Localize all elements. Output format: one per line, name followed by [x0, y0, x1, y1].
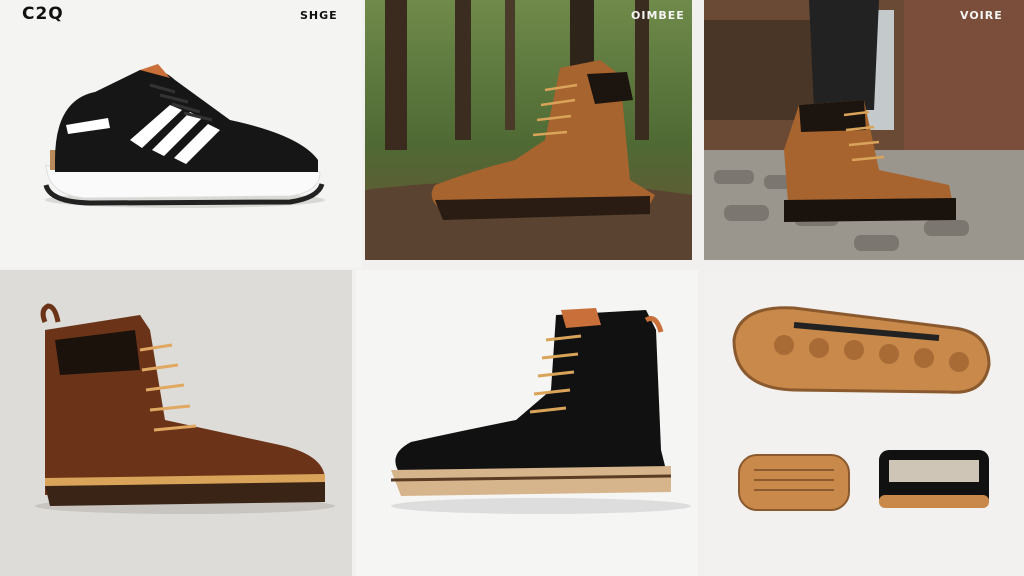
sneaker-image	[43, 64, 325, 208]
sole-accessories-image	[732, 306, 991, 511]
tile-street-boot[interactable]: VOIRE	[704, 0, 1024, 260]
tile-black-boot[interactable]	[356, 270, 698, 576]
tile-tag-3: VOIRE	[960, 9, 1003, 22]
brown-boot-image	[35, 303, 335, 514]
tile-tag-2: OIMBEE	[631, 9, 685, 22]
tile-sole-accessories[interactable]	[704, 270, 1024, 576]
forest-boot-image	[365, 0, 692, 260]
street-boot-image	[704, 0, 1024, 260]
brand-mark: C2Q	[22, 4, 64, 24]
black-boot-image	[390, 308, 691, 514]
tile-forest-boot[interactable]: OIMBEE	[365, 0, 692, 260]
tile-sneaker[interactable]: C2Q SHGE	[0, 0, 362, 268]
tile-brown-boot[interactable]	[0, 270, 352, 576]
tile-tag-1: SHGE	[300, 9, 338, 22]
